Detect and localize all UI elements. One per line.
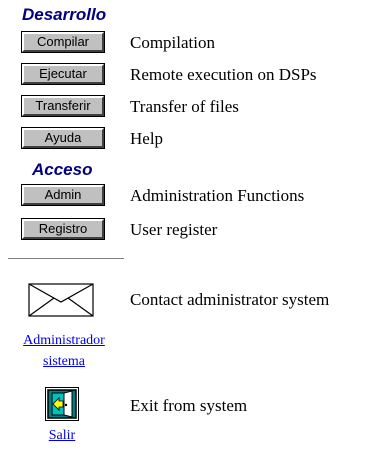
registro-description: User register (130, 220, 218, 239)
envelope-icon[interactable] (28, 283, 94, 317)
administrador-link-line1[interactable]: Administrador (11, 333, 117, 349)
admin-description: Administration Functions (130, 186, 305, 205)
administrador-link-line2[interactable]: sistema (11, 354, 117, 370)
exit-description: Exit from system (130, 396, 248, 415)
ejecutar-button[interactable]: Ejecutar (21, 63, 105, 85)
section-heading-development: Desarrollo (22, 5, 107, 24)
ejecutar-description: Remote execution on DSPs (130, 65, 317, 84)
compilar-button[interactable]: Compilar (21, 31, 105, 53)
administrador-sistema-link[interactable]: Administrador sistema (11, 333, 117, 370)
admin-button[interactable]: Admin (21, 184, 105, 206)
compilar-description: Compilation (130, 33, 215, 52)
transferir-button[interactable]: Transferir (21, 95, 105, 117)
salir-link[interactable]: Salir (38, 428, 86, 444)
ayuda-description: Help (130, 129, 164, 148)
contact-description: Contact administrator system (130, 290, 330, 309)
section-heading-access: Acceso (32, 160, 93, 179)
section-divider (8, 258, 124, 260)
exit-door-icon[interactable] (45, 387, 79, 421)
registro-button[interactable]: Registro (21, 218, 105, 240)
transferir-description: Transfer of files (130, 97, 239, 116)
ayuda-button[interactable]: Ayuda (21, 127, 105, 149)
